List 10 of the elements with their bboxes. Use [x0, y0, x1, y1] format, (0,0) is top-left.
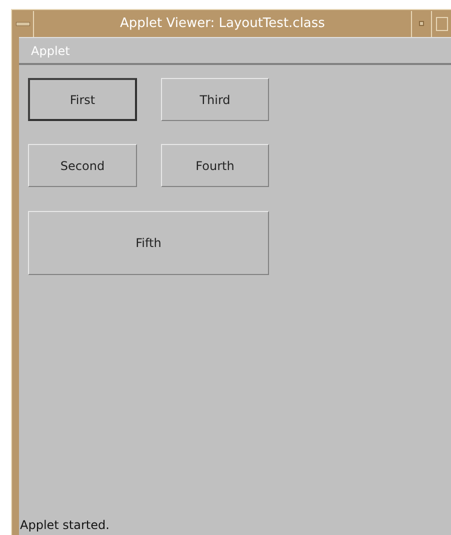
push-button[interactable]: Fifth [28, 211, 269, 275]
push-button[interactable]: Second [28, 144, 137, 187]
window-title: Applet Viewer: LayoutTest.class [119, 16, 326, 31]
minimize-icon[interactable] [419, 21, 424, 26]
maximize-icon[interactable] [436, 16, 448, 30]
push-button[interactable]: Third [161, 78, 269, 121]
window-menu-icon[interactable] [16, 22, 30, 26]
push-button[interactable]: First [28, 78, 137, 121]
status-text: Applet started. [19, 518, 110, 534]
push-button[interactable]: Fourth [161, 144, 269, 187]
